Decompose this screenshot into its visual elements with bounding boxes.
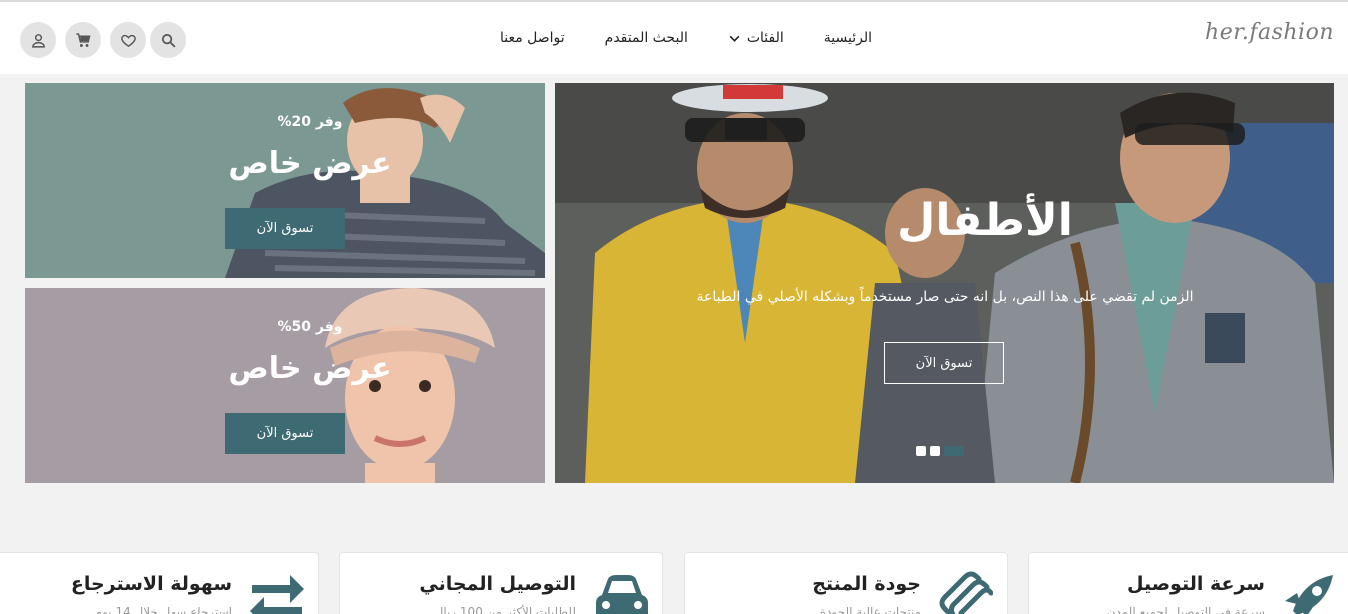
- rocket-icon: [1285, 575, 1333, 614]
- promo-banner-1: وفر 20% عرض خاص تسوق الآن: [25, 83, 545, 278]
- promo-discount: وفر 20%: [277, 114, 343, 130]
- main-nav: الرئيسية الفئات البحث المتقدم تواصل معنا: [500, 30, 872, 46]
- wishlist-button[interactable]: [110, 22, 146, 58]
- navbar: الرئيسية الفئات البحث المتقدم تواصل معنا…: [0, 2, 1348, 74]
- feature-title: التوصيل المجاني: [419, 573, 576, 595]
- feature-fast-delivery: سرعة التوصيل سرعة في التوصيل لجميع المدن: [1028, 552, 1348, 614]
- exchange-icon: [250, 575, 304, 614]
- slider-dot-2[interactable]: [930, 446, 940, 456]
- slider-dots: [916, 446, 964, 456]
- feature-desc: للطلبات الأكثر من 100 ريال: [434, 605, 576, 614]
- cart-icon: [75, 32, 90, 47]
- quality-icon: [939, 571, 993, 614]
- feature-free-shipping: التوصيل المجاني للطلبات الأكثر من 100 ري…: [339, 552, 663, 614]
- nav-categories-label: الفئات: [746, 30, 784, 46]
- cart-button[interactable]: [65, 22, 101, 58]
- brand-logo[interactable]: her.fashion: [1205, 20, 1334, 45]
- nav-contact-label: تواصل معنا: [499, 30, 565, 46]
- feature-desc: منتجات عالية الجودة: [819, 605, 921, 614]
- feature-easy-returns: سهولة الاسترجاع استرجاع سهل خلال 14 يوم: [0, 552, 319, 614]
- promo-shop-now-button[interactable]: تسوق الآن: [225, 208, 345, 249]
- promo-2-content: وفر 50% عرض خاص تسوق الآن: [25, 288, 545, 483]
- user-icon: [31, 33, 45, 48]
- nav-advanced-search-label: البحث المتقدم: [604, 30, 688, 46]
- search-icon: [161, 33, 176, 48]
- hero-title: الأطفال: [897, 195, 1073, 246]
- feature-title: سهولة الاسترجاع: [70, 573, 232, 595]
- promo-1-content: وفر 20% عرض خاص تسوق الآن: [25, 83, 545, 278]
- hero-slider: الأطفال الزمن لم تقضي على هذا النص، بل ا…: [555, 83, 1334, 483]
- feature-desc: سرعة في التوصيل لجميع المدن: [1106, 605, 1265, 614]
- feature-desc: استرجاع سهل خلال 14 يوم: [94, 605, 232, 614]
- hero-image: [555, 83, 1334, 483]
- promo-title: عرض خاص: [228, 351, 392, 386]
- nav-contact[interactable]: تواصل معنا: [500, 30, 565, 46]
- nav-home-label: الرئيسية: [823, 30, 872, 46]
- nav-categories[interactable]: الفئات: [728, 30, 784, 46]
- heart-icon: [120, 34, 136, 47]
- promo-discount: وفر 50%: [277, 319, 343, 335]
- slider-dot-3[interactable]: [944, 446, 964, 456]
- promo-shop-now-button[interactable]: تسوق الآن: [225, 413, 345, 454]
- hero-shop-now-button[interactable]: تسوق الآن: [884, 342, 1004, 384]
- feature-product-quality: جودة المنتج منتجات عالية الجودة: [684, 552, 1008, 614]
- slider-dot-1[interactable]: [916, 446, 926, 456]
- promo-banner-2: وفر 50% عرض خاص تسوق الآن: [25, 288, 545, 483]
- hero-subtitle: الزمن لم تقضي على هذا النص، بل انه حتى ص…: [696, 289, 1194, 305]
- nav-home[interactable]: الرئيسية: [824, 30, 872, 46]
- user-button[interactable]: [20, 22, 56, 58]
- feature-title: جودة المنتج: [812, 573, 921, 595]
- chevron-down-icon: [729, 35, 740, 42]
- feature-title: سرعة التوصيل: [1126, 573, 1265, 595]
- promo-title: عرض خاص: [228, 146, 392, 181]
- nav-advanced-search[interactable]: البحث المتقدم: [605, 30, 688, 46]
- search-button[interactable]: [150, 22, 186, 58]
- car-icon: [596, 575, 648, 614]
